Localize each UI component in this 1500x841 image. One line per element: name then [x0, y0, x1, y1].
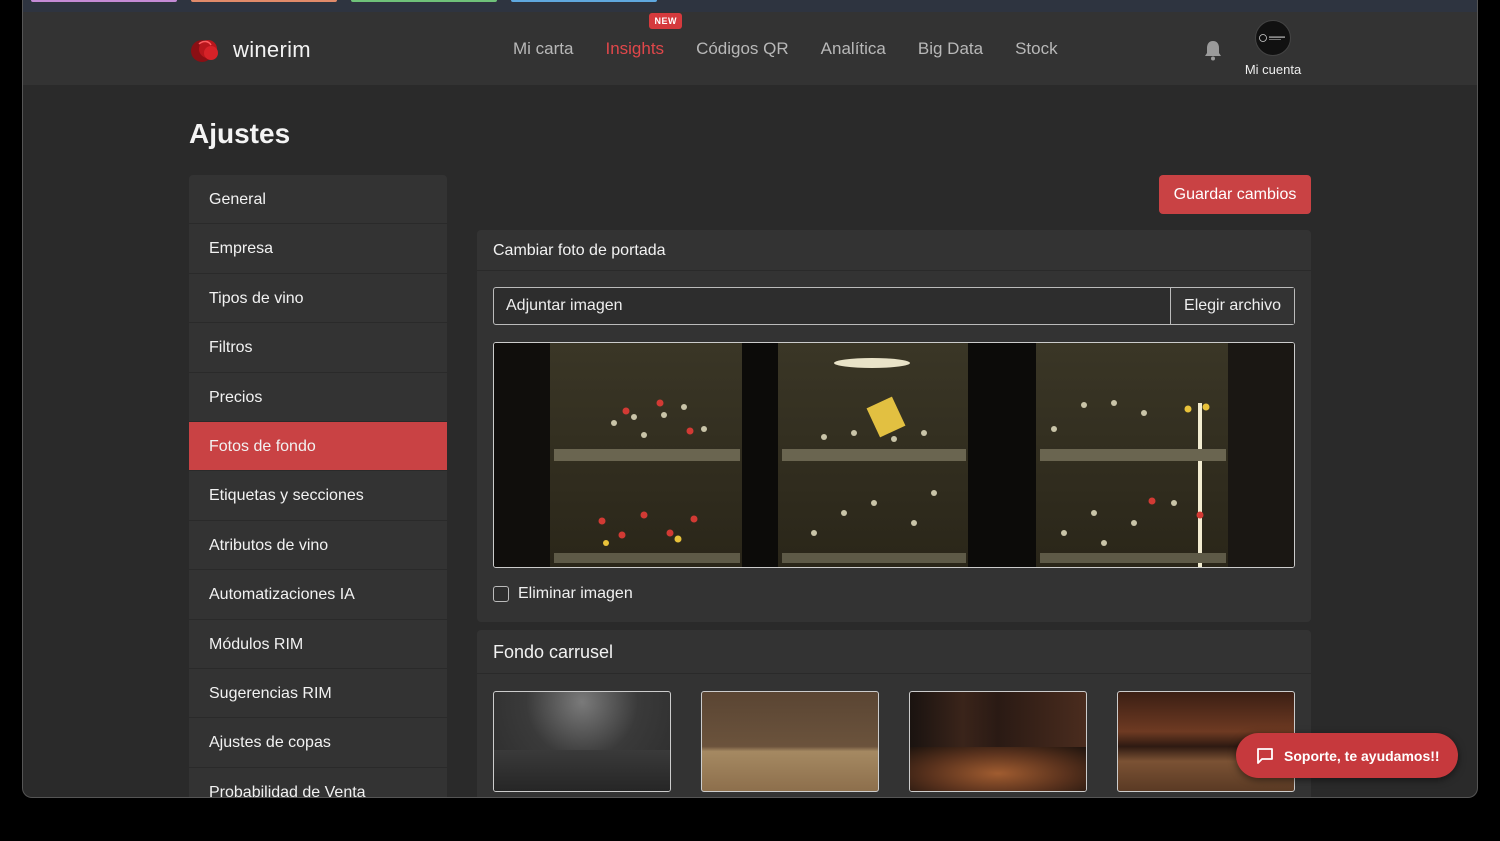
sidebar-item-tipos-de-vino[interactable]: Tipos de vino	[189, 274, 447, 324]
carousel-background-card: Fondo carrusel	[477, 630, 1311, 797]
cover-file-input[interactable]: Adjuntar imagen Elegir archivo	[493, 287, 1295, 325]
sidebar-item-ajustes-copas[interactable]: Ajustes de copas	[189, 718, 447, 768]
sidebar-item-fotos-de-fondo[interactable]: Fotos de fondo	[189, 421, 447, 472]
winerim-logo-icon	[191, 40, 218, 62]
chat-icon	[1257, 747, 1273, 764]
file-placeholder[interactable]: Adjuntar imagen	[494, 288, 1170, 324]
sidebar-item-probabilidad-venta[interactable]: Probabilidad de Venta	[189, 768, 447, 797]
support-chat-button[interactable]: Soporte, te ayudamos!!	[1236, 733, 1458, 778]
brand-name: winerim	[233, 37, 311, 62]
top-navbar: winerim Mi carta Insights NEW Códigos QR…	[23, 12, 1477, 86]
browser-tab-strip	[22, 0, 1478, 12]
brand[interactable]: winerim	[189, 34, 311, 66]
carousel-thumbnails	[493, 691, 1295, 792]
cover-image-preview	[493, 342, 1295, 568]
wine-cellar-image	[494, 343, 1294, 567]
settings-sidebar: General Empresa Tipos de vino Filtros Pr…	[189, 175, 447, 797]
nav-codigos-qr[interactable]: Códigos QR	[696, 39, 789, 59]
save-button[interactable]: Guardar cambios	[1159, 175, 1311, 214]
app-window: winerim Mi carta Insights NEW Códigos QR…	[22, 12, 1478, 798]
cover-photo-card: Cambiar foto de portada Adjuntar imagen …	[477, 230, 1311, 622]
sidebar-item-precios[interactable]: Precios	[189, 373, 447, 422]
account-label: Mi cuenta	[1244, 62, 1302, 77]
sidebar-item-general[interactable]: General	[189, 175, 447, 225]
new-badge: NEW	[649, 13, 682, 29]
sidebar-item-empresa[interactable]: Empresa	[189, 224, 447, 274]
cover-card-title: Cambiar foto de portada	[477, 230, 1311, 271]
browser-tab[interactable]	[511, 0, 657, 2]
main-nav: Mi carta Insights NEW Códigos QR Analíti…	[513, 12, 1090, 86]
sidebar-item-filtros[interactable]: Filtros	[189, 323, 447, 373]
carousel-thumbnail[interactable]	[493, 691, 671, 792]
sidebar-item-sugerencias-rim[interactable]: Sugerencias RIM	[189, 669, 447, 719]
account-menu[interactable]: Mi cuenta	[1239, 20, 1307, 77]
remove-image-row[interactable]: Eliminar imagen	[493, 585, 633, 603]
sidebar-item-automatizaciones[interactable]: Automatizaciones IA	[189, 570, 447, 620]
carousel-card-title: Fondo carrusel	[477, 630, 1311, 674]
carousel-thumbnail[interactable]	[909, 691, 1087, 792]
nav-mi-carta[interactable]: Mi carta	[513, 39, 573, 59]
nav-stock[interactable]: Stock	[1015, 39, 1058, 59]
remove-image-checkbox[interactable]	[493, 586, 509, 602]
browser-tab[interactable]	[191, 0, 337, 2]
avatar	[1255, 20, 1291, 56]
sidebar-item-modulos-rim[interactable]: Módulos RIM	[189, 620, 447, 669]
bell-icon[interactable]	[1203, 39, 1223, 61]
browser-tab[interactable]	[351, 0, 497, 2]
sidebar-item-atributos[interactable]: Atributos de vino	[189, 521, 447, 571]
browser-tab[interactable]	[31, 0, 177, 2]
restaurant-logo-icon	[1259, 34, 1285, 42]
remove-image-label[interactable]: Eliminar imagen	[518, 585, 633, 603]
nav-insights[interactable]: Insights NEW	[605, 13, 682, 59]
page-title: Ajustes	[189, 118, 291, 149]
carousel-thumbnail[interactable]	[701, 691, 879, 792]
nav-insights-label: Insights	[605, 39, 665, 58]
sidebar-item-etiquetas[interactable]: Etiquetas y secciones	[189, 471, 447, 521]
nav-analitica[interactable]: Analítica	[821, 39, 886, 59]
nav-big-data[interactable]: Big Data	[918, 39, 983, 59]
support-label: Soporte, te ayudamos!!	[1284, 747, 1440, 764]
choose-file-button[interactable]: Elegir archivo	[1170, 288, 1294, 324]
